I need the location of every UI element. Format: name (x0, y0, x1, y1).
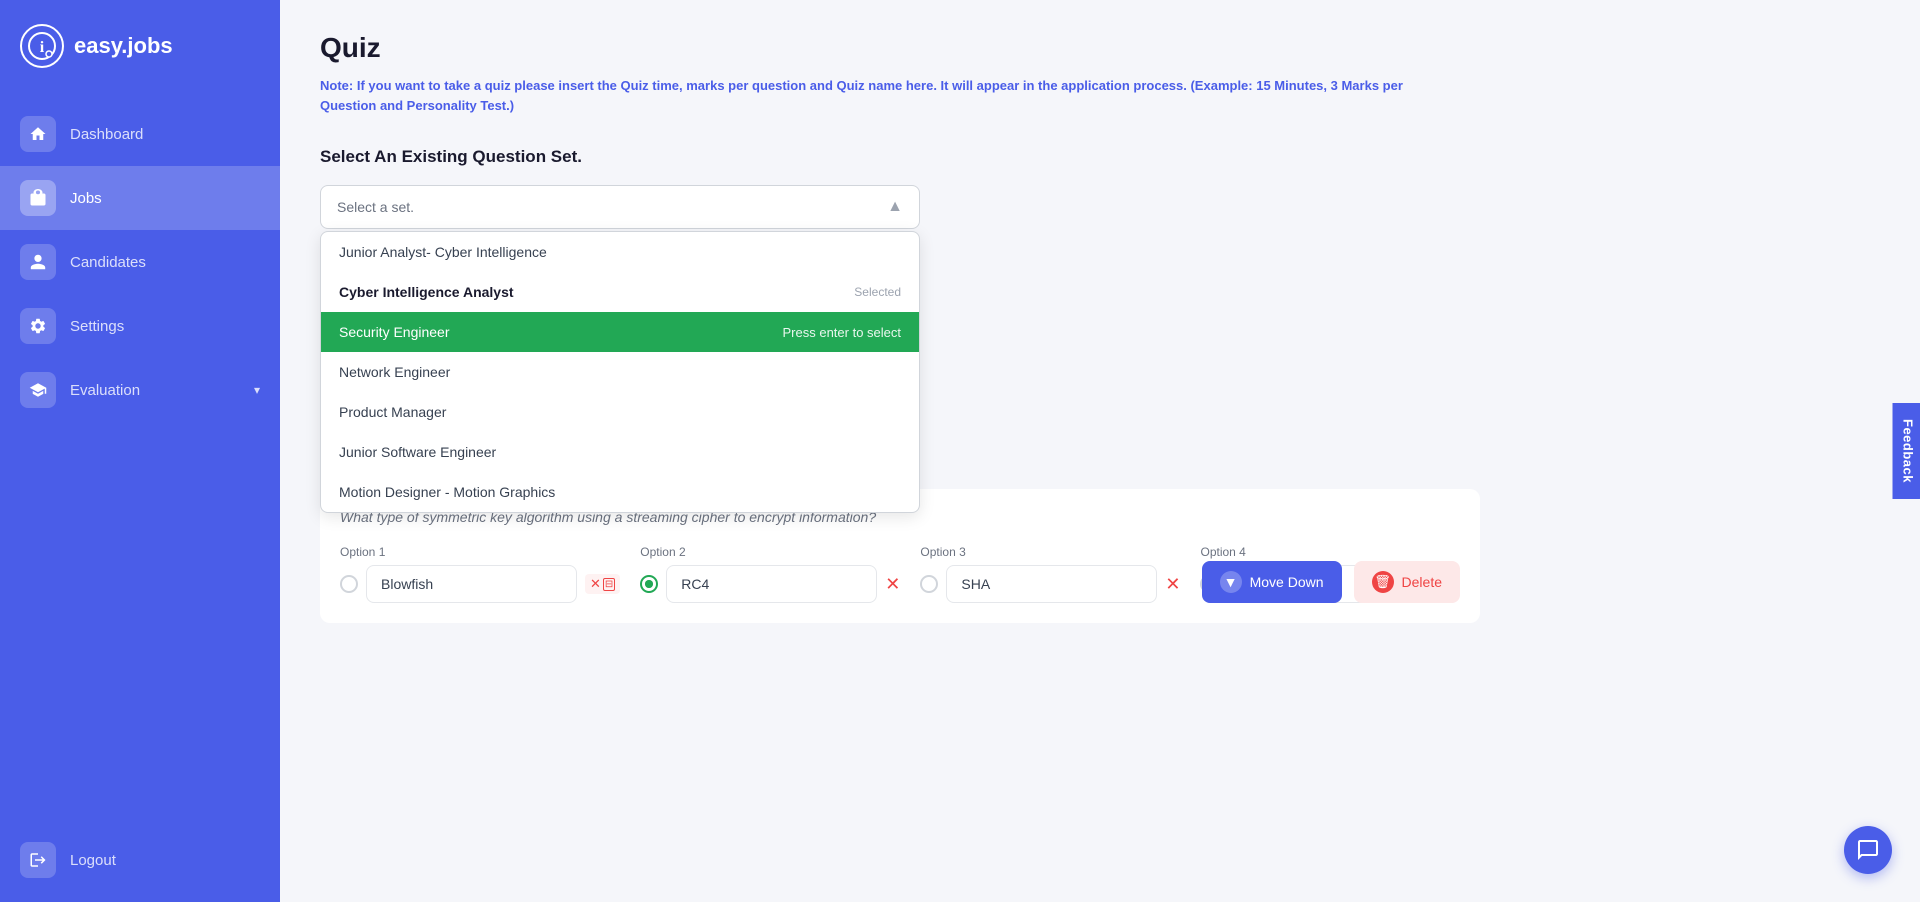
note-body: If you want to take a quiz please insert… (320, 78, 1403, 113)
dropdown-item-junior-analyst[interactable]: Junior Analyst- Cyber Intelligence (321, 232, 919, 272)
sidebar-item-settings[interactable]: Settings (0, 294, 280, 358)
sidebar-item-evaluation[interactable]: Evaluation ▾ (0, 358, 280, 422)
option-3-clear[interactable]: ✕ (1165, 574, 1180, 595)
sidebar-logo[interactable]: i easy.jobs (0, 0, 280, 92)
logo-text: easy.jobs (74, 33, 173, 59)
logout-icon (20, 842, 56, 878)
dropdown-item-label: Network Engineer (339, 364, 450, 380)
dropdown-trigger[interactable]: Select a set. ▲ (320, 185, 920, 229)
option-2-input[interactable] (666, 565, 877, 603)
selected-badge: Selected (854, 285, 901, 299)
option-2-label: Option 2 (640, 545, 900, 559)
sidebar-item-dashboard[interactable]: Dashboard (0, 102, 280, 166)
option-2-radio[interactable] (640, 575, 658, 593)
svg-text:i: i (40, 39, 45, 56)
option-group-1: Option 1 ✕ ⊟ (340, 545, 620, 603)
chat-bubble-button[interactable] (1844, 826, 1892, 874)
section-title: Select An Existing Question Set. (320, 147, 1440, 167)
option-3-label: Option 3 (920, 545, 1180, 559)
clear-text-icon: ✕ (590, 576, 601, 592)
sidebar-navigation: Dashboard Jobs Candidates Settings Evalu… (0, 92, 280, 828)
option-4-label: Option 4 (1200, 545, 1460, 559)
sidebar-item-label: Settings (70, 318, 124, 335)
action-buttons: ▼ Move Down 🗑 Delete (1202, 561, 1460, 603)
sidebar-item-label: Dashboard (70, 126, 143, 143)
dropdown-item-cyber-intelligence[interactable]: Cyber Intelligence Analyst Selected (321, 272, 919, 312)
sidebar-item-label: Candidates (70, 254, 146, 271)
option-1-input-row: ✕ ⊟ (340, 565, 620, 603)
settings-icon (20, 308, 56, 344)
chevron-down-icon: ▾ (254, 383, 260, 397)
feedback-tab[interactable]: Feedback (1893, 403, 1920, 499)
logo-icon: i (20, 24, 64, 68)
note-paragraph: Note: If you want to take a quiz please … (320, 76, 1440, 115)
sidebar: i easy.jobs Dashboard Jobs Candidates (0, 0, 280, 902)
dropdown-item-label: Cyber Intelligence Analyst (339, 284, 514, 300)
sidebar-item-label: Evaluation (70, 382, 140, 399)
jobs-icon (20, 180, 56, 216)
dropdown-item-label: Junior Software Engineer (339, 444, 496, 460)
dropdown-item-label: Junior Analyst- Cyber Intelligence (339, 244, 547, 260)
question-set-dropdown[interactable]: Select a set. ▲ Junior Analyst- Cyber In… (320, 185, 920, 229)
dropdown-item-junior-software[interactable]: Junior Software Engineer (321, 432, 919, 472)
home-icon (20, 116, 56, 152)
option-group-3: Option 3 ✕ (920, 545, 1180, 603)
main-content: Quiz Note: If you want to take a quiz pl… (280, 0, 1920, 902)
option-3-input-row: ✕ (920, 565, 1180, 603)
dropdown-item-motion-designer[interactable]: Motion Designer - Motion Graphics (321, 472, 919, 512)
dropdown-item-security-engineer[interactable]: Security Engineer Press enter to select (321, 312, 919, 352)
sidebar-item-logout[interactable]: Logout (0, 828, 280, 892)
dropdown-menu: Junior Analyst- Cyber Intelligence Cyber… (320, 231, 920, 513)
page-title: Quiz (320, 32, 1440, 64)
option-1-radio[interactable] (340, 575, 358, 593)
option-1-clear[interactable]: ✕ ⊟ (585, 574, 620, 594)
sidebar-item-label: Jobs (70, 190, 102, 207)
candidates-icon (20, 244, 56, 280)
option-1-label: Option 1 (340, 545, 620, 559)
option-group-2: Option 2 ✕ (640, 545, 900, 603)
dropdown-item-network-engineer[interactable]: Network Engineer (321, 352, 919, 392)
press-enter-label: Press enter to select (783, 325, 902, 340)
delete-icon: 🗑 (1372, 571, 1394, 593)
dropdown-item-product-manager[interactable]: Product Manager (321, 392, 919, 432)
option-2-clear[interactable]: ✕ (885, 574, 900, 595)
delete-button[interactable]: 🗑 Delete (1354, 561, 1460, 603)
option-1-input[interactable] (366, 565, 577, 603)
move-down-icon: ▼ (1220, 571, 1242, 593)
sidebar-item-jobs[interactable]: Jobs (0, 166, 280, 230)
chevron-up-icon: ▲ (887, 198, 903, 216)
sidebar-item-candidates[interactable]: Candidates (0, 230, 280, 294)
dropdown-item-label: Product Manager (339, 404, 446, 420)
option-3-radio[interactable] (920, 575, 938, 593)
dropdown-item-label: Security Engineer (339, 324, 450, 340)
sidebar-item-label: Logout (70, 852, 116, 869)
evaluation-icon (20, 372, 56, 408)
dropdown-item-label: Motion Designer - Motion Graphics (339, 484, 555, 500)
move-down-button[interactable]: ▼ Move Down (1202, 561, 1342, 603)
dropdown-placeholder: Select a set. (337, 199, 414, 215)
note-prefix: Note: (320, 78, 353, 93)
option-3-input[interactable] (946, 565, 1157, 603)
option-2-input-row: ✕ (640, 565, 900, 603)
clear-box-icon: ⊟ (603, 578, 615, 591)
